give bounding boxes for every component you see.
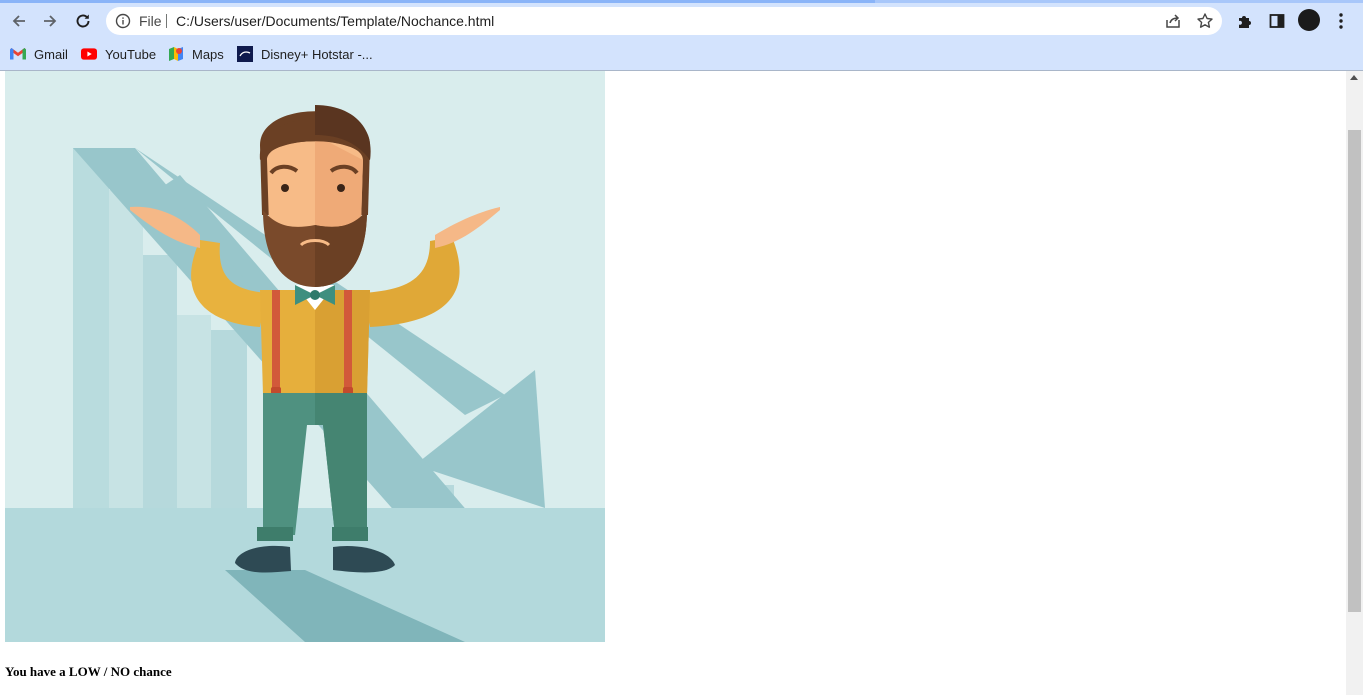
bookmarks-bar: Gmail YouTube Maps Disney+ Hotstar -... [0, 38, 1363, 71]
scroll-up-arrow-icon[interactable] [1350, 75, 1358, 80]
reload-button[interactable] [69, 7, 97, 35]
bookmark-label: Maps [192, 46, 224, 62]
extensions-button[interactable] [1232, 8, 1258, 34]
page-viewport: You have a LOW / NO chance [0, 71, 1346, 695]
share-icon[interactable] [1164, 12, 1182, 30]
bookmark-gmail[interactable]: Gmail [10, 43, 68, 65]
gmail-icon [10, 46, 26, 62]
reload-icon [76, 14, 90, 28]
vertical-scrollbar[interactable] [1346, 71, 1363, 695]
arrow-right-icon [44, 15, 57, 27]
scroll-thumb[interactable] [1348, 130, 1361, 612]
omnibox-divider [166, 14, 167, 28]
low-chance-illustration [5, 71, 605, 642]
arrow-left-icon [12, 15, 25, 27]
scheme-label: File [139, 13, 162, 29]
hotstar-icon [237, 46, 253, 62]
bookmark-label: Gmail [34, 46, 68, 62]
bookmark-label: YouTube [105, 46, 157, 62]
bookmark-label: Disney+ Hotstar -... [261, 46, 373, 62]
result-caption: You have a LOW / NO chance [5, 664, 172, 679]
kebab-menu-icon [1339, 13, 1343, 29]
puzzle-icon [1239, 16, 1251, 28]
bookmark-youtube[interactable]: YouTube [81, 43, 156, 65]
address-bar[interactable]: File C:/Users/user/Documents/Template/No… [106, 7, 1222, 35]
bookmark-maps[interactable]: Maps [168, 43, 224, 65]
browser-toolbar: File C:/Users/user/Documents/Template/No… [0, 3, 1363, 38]
forward-button[interactable] [36, 7, 64, 35]
info-icon[interactable] [115, 13, 131, 29]
star-icon[interactable] [1196, 12, 1214, 30]
url-text[interactable]: C:/Users/user/Documents/Template/Nochanc… [176, 7, 494, 35]
side-panel-button[interactable] [1264, 8, 1290, 34]
side-panel-icon [1269, 14, 1285, 28]
bookmark-hotstar[interactable]: Disney+ Hotstar -... [237, 43, 373, 65]
youtube-icon [81, 46, 97, 62]
profile-avatar[interactable] [1298, 9, 1320, 31]
browser-menu-button[interactable] [1328, 8, 1354, 34]
maps-icon [168, 46, 184, 62]
back-button[interactable] [5, 7, 33, 35]
